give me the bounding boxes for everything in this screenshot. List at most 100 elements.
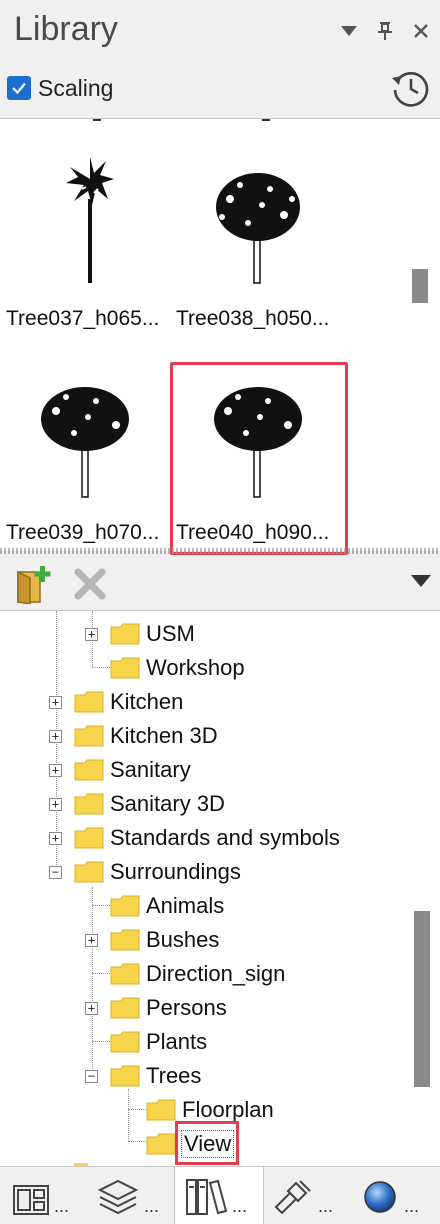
folder-icon [146, 1099, 176, 1121]
delete-icon[interactable] [72, 566, 108, 602]
folder-icon [110, 895, 140, 917]
tab-more-label: ... [404, 1196, 420, 1216]
tools-icon [274, 1180, 311, 1215]
library-tile[interactable]: Tree037_h065... [0, 141, 170, 341]
expand-plus-icon[interactable]: + [49, 798, 62, 811]
tile-label: Tree037_h065... [6, 307, 160, 330]
tree-item-label: USM [146, 621, 195, 646]
expand-plus-icon[interactable]: + [49, 832, 62, 845]
expand-plus-icon[interactable]: + [49, 764, 62, 777]
tree-item-bushes[interactable]: Bushes [110, 923, 219, 957]
expand-plus-icon[interactable]: + [49, 696, 62, 709]
tree-item-usm[interactable]: USM [110, 617, 195, 651]
folder-icon [110, 929, 140, 951]
panel-title: Library [14, 10, 118, 48]
panel-menu-dropdown-icon[interactable] [334, 16, 364, 46]
tree-item-label: Plants [146, 1029, 208, 1054]
tree-item-label: Persons [146, 995, 227, 1020]
deciduous-tree-icon [216, 173, 300, 284]
tree-item-label: Sanitary [110, 757, 191, 782]
library-tile[interactable]: Tree038_h050... [170, 141, 340, 341]
tree-connector [128, 1141, 148, 1142]
close-icon[interactable] [406, 16, 436, 46]
tree-item-sanitary[interactable]: Sanitary [74, 753, 191, 787]
collapse-minus-icon[interactable]: − [49, 866, 62, 879]
scaling-checkbox[interactable] [7, 76, 31, 100]
tab-layers[interactable]: ... [96, 1173, 159, 1217]
tile-label: Tree039_h070... [6, 521, 160, 544]
tree-item-kitchen[interactable]: Kitchen [74, 685, 183, 719]
tree-connector [92, 887, 93, 1077]
tree-item-label: Sanitary 3D [110, 791, 225, 816]
new-folder-icon[interactable] [14, 564, 54, 605]
tree-connector [92, 667, 112, 668]
tree-item-label: Surroundings [110, 859, 241, 884]
palm-tree-icon [66, 157, 114, 283]
scaling-label: Scaling [38, 75, 114, 101]
tab-more-label: ... [318, 1196, 334, 1216]
tree-connector [128, 1109, 148, 1110]
expand-plus-icon[interactable]: + [85, 628, 98, 641]
tab-objects[interactable]: ... [12, 1173, 69, 1217]
tree-item-label: Standards and symbols [110, 825, 340, 850]
tree-connector [128, 1089, 129, 1141]
tree-item-persons[interactable]: Persons [110, 991, 227, 1025]
tree-item-surroundings[interactable]: Surroundings [74, 855, 241, 889]
tree-item-label: Kitchen [110, 689, 184, 714]
tree-item-label: View [180, 1130, 235, 1158]
tree-item-floorplan[interactable]: Floorplan [146, 1093, 274, 1127]
tab-render[interactable]: ... [362, 1173, 419, 1217]
tab-more-label: ... [144, 1196, 160, 1216]
tree-connector [92, 973, 112, 974]
layout-panels-icon [13, 1185, 49, 1215]
folder-icon [74, 691, 104, 713]
tree-item-direction-sign[interactable]: Direction_sign [110, 957, 285, 991]
folder-icon [110, 1065, 140, 1087]
tree-connector [92, 1041, 112, 1042]
deciduous-tree-icon [214, 387, 302, 498]
tree-item-animals[interactable]: Animals [110, 889, 224, 923]
tree-menu-dropdown-icon[interactable] [410, 574, 432, 588]
folder-icon [110, 1031, 140, 1053]
tree-connector [92, 905, 112, 906]
tile-label: Tree040_h090... [176, 521, 330, 544]
tree-item-label: Floorplan [182, 1097, 274, 1122]
expand-plus-icon[interactable]: + [85, 1002, 98, 1015]
expand-plus-icon[interactable]: + [49, 730, 62, 743]
tree-item-label: Trees [146, 1063, 202, 1088]
tree-toolbar [0, 556, 440, 610]
folder-icon [110, 997, 140, 1019]
history-clock-icon[interactable] [388, 66, 432, 110]
folder-icon [110, 963, 140, 985]
tree-item-standards-and-symbols[interactable]: Standards and symbols [74, 821, 340, 855]
pin-icon[interactable] [370, 16, 400, 46]
expand-plus-icon[interactable]: + [85, 934, 98, 947]
tab-library[interactable]: ... [184, 1173, 247, 1217]
preview-scrollbar-thumb[interactable] [412, 269, 428, 303]
tree-item-plants[interactable]: Plants [110, 1025, 207, 1059]
library-tile[interactable]: Tree039_h070... [0, 355, 170, 551]
tab-tools[interactable]: ... [270, 1173, 333, 1217]
folder-icon [74, 759, 104, 781]
layers-icon [97, 1179, 139, 1215]
folder-icon [74, 793, 104, 815]
panel-splitter[interactable] [0, 548, 440, 554]
symbol-preview-panel: Tree037_h065... Tree038_h050... Tree039_… [0, 118, 440, 551]
library-books-icon [186, 1179, 228, 1215]
collapse-minus-icon[interactable]: − [85, 1070, 98, 1083]
tree-item-label: Kitchen 3D [110, 723, 218, 748]
library-tile-selected[interactable]: Tree040_h090... [170, 355, 340, 551]
tree-item-label: Bushes [146, 927, 220, 952]
tree-item-label: Animals [146, 893, 225, 918]
tree-scrollbar-thumb[interactable] [414, 911, 430, 1087]
panel-titlebar: Library [0, 0, 440, 62]
tree-item-sanitary-3d[interactable]: Sanitary 3D [74, 787, 225, 821]
tree-item-view[interactable]: View [146, 1127, 235, 1161]
tree-item-workshop[interactable]: Workshop [110, 651, 245, 685]
folder-icon [74, 861, 104, 883]
folder-icon [74, 725, 104, 747]
tree-item-trees[interactable]: Trees [110, 1059, 201, 1093]
folder-icon [110, 623, 140, 645]
tree-item-label: Workshop [146, 655, 245, 680]
tree-item-kitchen-3d[interactable]: Kitchen 3D [74, 719, 218, 753]
